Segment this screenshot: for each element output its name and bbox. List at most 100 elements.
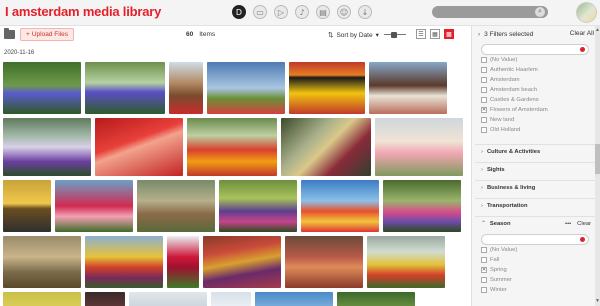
checkbox[interactable]	[481, 97, 487, 103]
season-clear-button[interactable]: Clear	[577, 221, 591, 227]
filter-option[interactable]: Winter	[481, 285, 595, 295]
search-input[interactable]: ⌕	[432, 6, 548, 18]
list-view-icon[interactable]: ☰	[416, 29, 426, 39]
filter-section-transportation[interactable]: › Transportation	[475, 198, 595, 213]
photo-thumbnail[interactable]	[85, 62, 165, 114]
chevron-right-icon: ›	[481, 167, 483, 173]
photo-thumbnail[interactable]	[137, 180, 215, 232]
scroll-down-icon[interactable]: ▼	[595, 298, 600, 304]
sort-label: Sort by Date	[336, 31, 373, 39]
video-icon[interactable]: ▷	[274, 5, 288, 19]
photo-thumbnail[interactable]	[383, 180, 461, 232]
filter-option[interactable]: Authentic Haarlem	[481, 65, 595, 75]
photo-thumbnail[interactable]	[367, 236, 445, 288]
filter-option[interactable]: Amsterdam	[481, 75, 595, 85]
photo-thumbnail[interactable]	[203, 236, 281, 288]
filter-option[interactable]: (No Value)	[481, 55, 595, 65]
filter-option-label: Authentic Haarlem	[490, 67, 538, 73]
more-options-icon[interactable]: •••	[565, 221, 571, 227]
app-logo[interactable]: I amsterdam media library	[5, 4, 161, 19]
date-group-label: 2020-11-16	[4, 50, 35, 56]
checkbox[interactable]	[481, 277, 487, 283]
checkbox[interactable]	[481, 287, 487, 293]
photo-thumbnail[interactable]	[207, 62, 285, 114]
filter-option[interactable]: Fall	[481, 255, 595, 265]
filter-option[interactable]: New land	[481, 115, 595, 125]
photo-thumbnail[interactable]	[285, 236, 363, 288]
sidebar-scrollbar[interactable]: ▲ ▼	[595, 26, 600, 306]
filter-section-sights[interactable]: › Sights	[475, 162, 595, 177]
checkbox[interactable]: ✕	[481, 267, 487, 273]
photo-thumbnail[interactable]	[281, 118, 371, 176]
checkbox[interactable]: ✕	[481, 107, 487, 113]
scroll-up-icon[interactable]: ▲	[595, 27, 600, 33]
photo-row	[3, 118, 463, 176]
document-icon[interactable]: ▤	[316, 5, 330, 19]
season-filter-search[interactable]	[481, 234, 589, 245]
photo-thumbnail[interactable]	[129, 292, 207, 306]
checkbox[interactable]	[481, 67, 487, 73]
clear-search-icon[interactable]	[580, 237, 585, 242]
photo-thumbnail[interactable]	[167, 236, 199, 288]
music-icon[interactable]: ♪	[295, 5, 309, 19]
mosaic-view-icon[interactable]: ▩	[444, 29, 454, 39]
photo-thumbnail[interactable]	[375, 118, 463, 176]
checkbox[interactable]	[481, 77, 487, 83]
checkbox[interactable]	[481, 247, 487, 253]
photo-thumbnail[interactable]	[3, 118, 91, 176]
photo-thumbnail[interactable]	[211, 292, 251, 306]
slider-handle[interactable]	[391, 32, 397, 38]
photo-thumbnail[interactable]	[169, 62, 203, 114]
checkbox[interactable]	[481, 57, 487, 63]
clear-search-icon[interactable]	[580, 47, 585, 52]
photo-thumbnail[interactable]	[289, 62, 365, 114]
filter-option[interactable]: Castles & Gardens	[481, 95, 595, 105]
filter-option[interactable]: Summer	[481, 275, 595, 285]
photo-thumbnail[interactable]	[337, 292, 415, 306]
season-filter-header[interactable]: ⌃ Season ••• Clear	[475, 216, 595, 231]
photo-icon[interactable]: ▭	[253, 5, 267, 19]
folder-icon[interactable]	[4, 28, 15, 39]
grid-view-icon[interactable]: ▦	[430, 29, 440, 39]
photo-thumbnail[interactable]	[85, 236, 163, 288]
photo-thumbnail[interactable]	[95, 118, 183, 176]
upload-files-button[interactable]: + Upload Files	[20, 28, 74, 41]
photo-thumbnail[interactable]	[3, 236, 81, 288]
dam-icon[interactable]: D	[232, 5, 246, 19]
photo-thumbnail[interactable]	[219, 180, 297, 232]
photo-thumbnail[interactable]	[3, 180, 51, 232]
filter-option[interactable]: (No Value)	[481, 245, 595, 255]
avatar[interactable]	[576, 2, 597, 23]
filter-option[interactable]: ✕ Spring	[481, 265, 595, 275]
thumbnail-size-slider[interactable]	[380, 32, 410, 38]
filter-option[interactable]: Old Holland	[481, 125, 595, 135]
photo-thumbnail[interactable]	[55, 180, 133, 232]
checkbox[interactable]	[481, 117, 487, 123]
filter-section-business-living[interactable]: › Business & living	[475, 180, 595, 195]
chevron-right-icon[interactable]: ›	[478, 31, 480, 38]
location-filter: (No Value) Authentic Haarlem Amsterdam Amst…	[475, 44, 595, 135]
emoji-icon[interactable]: ☺	[337, 5, 351, 19]
photo-thumbnail[interactable]	[301, 180, 379, 232]
checkbox[interactable]	[481, 87, 487, 93]
photo-thumbnail[interactable]	[187, 118, 277, 176]
filter-option-label: New land	[490, 117, 515, 123]
photo-thumbnail[interactable]	[85, 292, 125, 306]
sort-dropdown[interactable]: ⇅ Sort by Date ▾	[328, 31, 379, 40]
filter-option[interactable]: ✕ Flowers of Amsterdam	[481, 105, 595, 115]
search-icon[interactable]: ⌕	[535, 7, 545, 17]
photo-thumbnail[interactable]	[369, 62, 447, 114]
scrollbar-thumb[interactable]	[595, 144, 600, 174]
photo-thumbnail[interactable]	[255, 292, 333, 306]
photo-thumbnail[interactable]	[3, 292, 81, 306]
photo-thumbnail[interactable]	[3, 62, 81, 114]
checkbox[interactable]	[481, 127, 487, 133]
location-filter-search[interactable]	[481, 44, 589, 55]
photo-gallery	[0, 60, 471, 306]
filter-section-culture-activities[interactable]: › Culture & Activities	[475, 144, 595, 159]
clear-all-button[interactable]: Clear All	[570, 30, 594, 37]
checkbox[interactable]	[481, 257, 487, 263]
download-icon[interactable]: ↓	[358, 5, 372, 19]
filter-option[interactable]: Amsterdam beach	[481, 85, 595, 95]
filter-option-label: Old Holland	[490, 127, 521, 133]
